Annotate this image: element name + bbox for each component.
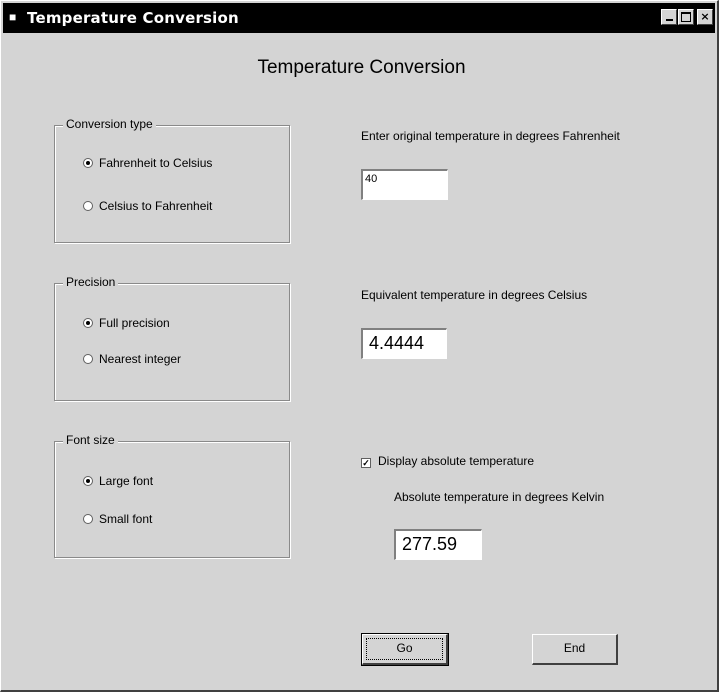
radio-icon[interactable] <box>83 514 93 524</box>
conversion-type-group: Conversion type Fahrenheit to Celsius Ce… <box>54 117 290 243</box>
title-bar[interactable]: ■ Temperature Conversion × <box>3 3 715 33</box>
minimize-button[interactable] <box>661 9 677 25</box>
radio-icon[interactable] <box>83 354 93 364</box>
radio-fahrenheit-to-celsius[interactable]: Fahrenheit to Celsius <box>83 156 212 170</box>
close-button[interactable]: × <box>697 9 713 25</box>
window-title: Temperature Conversion <box>27 9 239 27</box>
radio-nearest-integer[interactable]: Nearest integer <box>83 352 181 366</box>
page-title: Temperature Conversion <box>257 57 466 78</box>
result-label: Equivalent temperature in degrees Celsiu… <box>361 288 588 302</box>
kelvin-output: 277.59 <box>402 534 458 554</box>
input-label: Enter original temperature in degrees Fa… <box>361 129 620 143</box>
radio-icon[interactable] <box>83 201 93 211</box>
celsius-output: 4.4444 <box>369 333 425 353</box>
go-button-label: Go <box>396 641 413 655</box>
radio-large-font[interactable]: Large font <box>83 474 153 488</box>
radio-label: Large font <box>99 474 154 488</box>
radio-label: Celsius to Fahrenheit <box>99 199 213 213</box>
end-button[interactable]: End <box>532 634 618 665</box>
checkbox-label: Display absolute temperature <box>378 454 535 468</box>
radio-label: Small font <box>99 512 153 526</box>
fahrenheit-input[interactable] <box>363 171 447 185</box>
font-size-group: Font size Large font Small font <box>54 433 290 558</box>
kelvin-label: Absolute temperature in degrees Kelvin <box>394 490 605 504</box>
group-legend: Conversion type <box>63 117 156 131</box>
kelvin-output-box: 277.59 <box>394 529 482 560</box>
minimize-icon <box>665 19 673 21</box>
radio-icon[interactable] <box>83 476 93 486</box>
radio-small-font[interactable]: Small font <box>83 512 152 526</box>
radio-label: Full precision <box>99 316 170 330</box>
radio-label: Fahrenheit to Celsius <box>99 156 213 170</box>
app-window: ■ Temperature Conversion × Temperature C… <box>0 0 719 692</box>
app-icon[interactable]: ■ <box>9 11 21 23</box>
celsius-output-box: 4.4444 <box>361 328 447 359</box>
maximize-button[interactable] <box>678 9 694 25</box>
maximize-icon <box>681 12 691 22</box>
close-icon: × <box>700 10 710 23</box>
radio-full-precision[interactable]: Full precision <box>83 316 170 330</box>
group-legend: Precision <box>63 275 119 289</box>
precision-group: Precision Full precision Nearest integer <box>54 275 290 401</box>
display-absolute-checkbox-row[interactable]: ✓ Display absolute temperature <box>361 454 534 468</box>
group-legend: Font size <box>63 433 118 447</box>
go-button[interactable]: Go <box>361 633 449 666</box>
radio-icon[interactable] <box>83 158 93 168</box>
fahrenheit-input-box[interactable] <box>361 169 448 200</box>
radio-celsius-to-fahrenheit[interactable]: Celsius to Fahrenheit <box>83 199 212 213</box>
radio-icon[interactable] <box>83 318 93 328</box>
radio-label: Nearest integer <box>99 352 182 366</box>
display-absolute-checkbox[interactable]: ✓ <box>361 458 371 468</box>
end-button-label: End <box>563 641 586 655</box>
